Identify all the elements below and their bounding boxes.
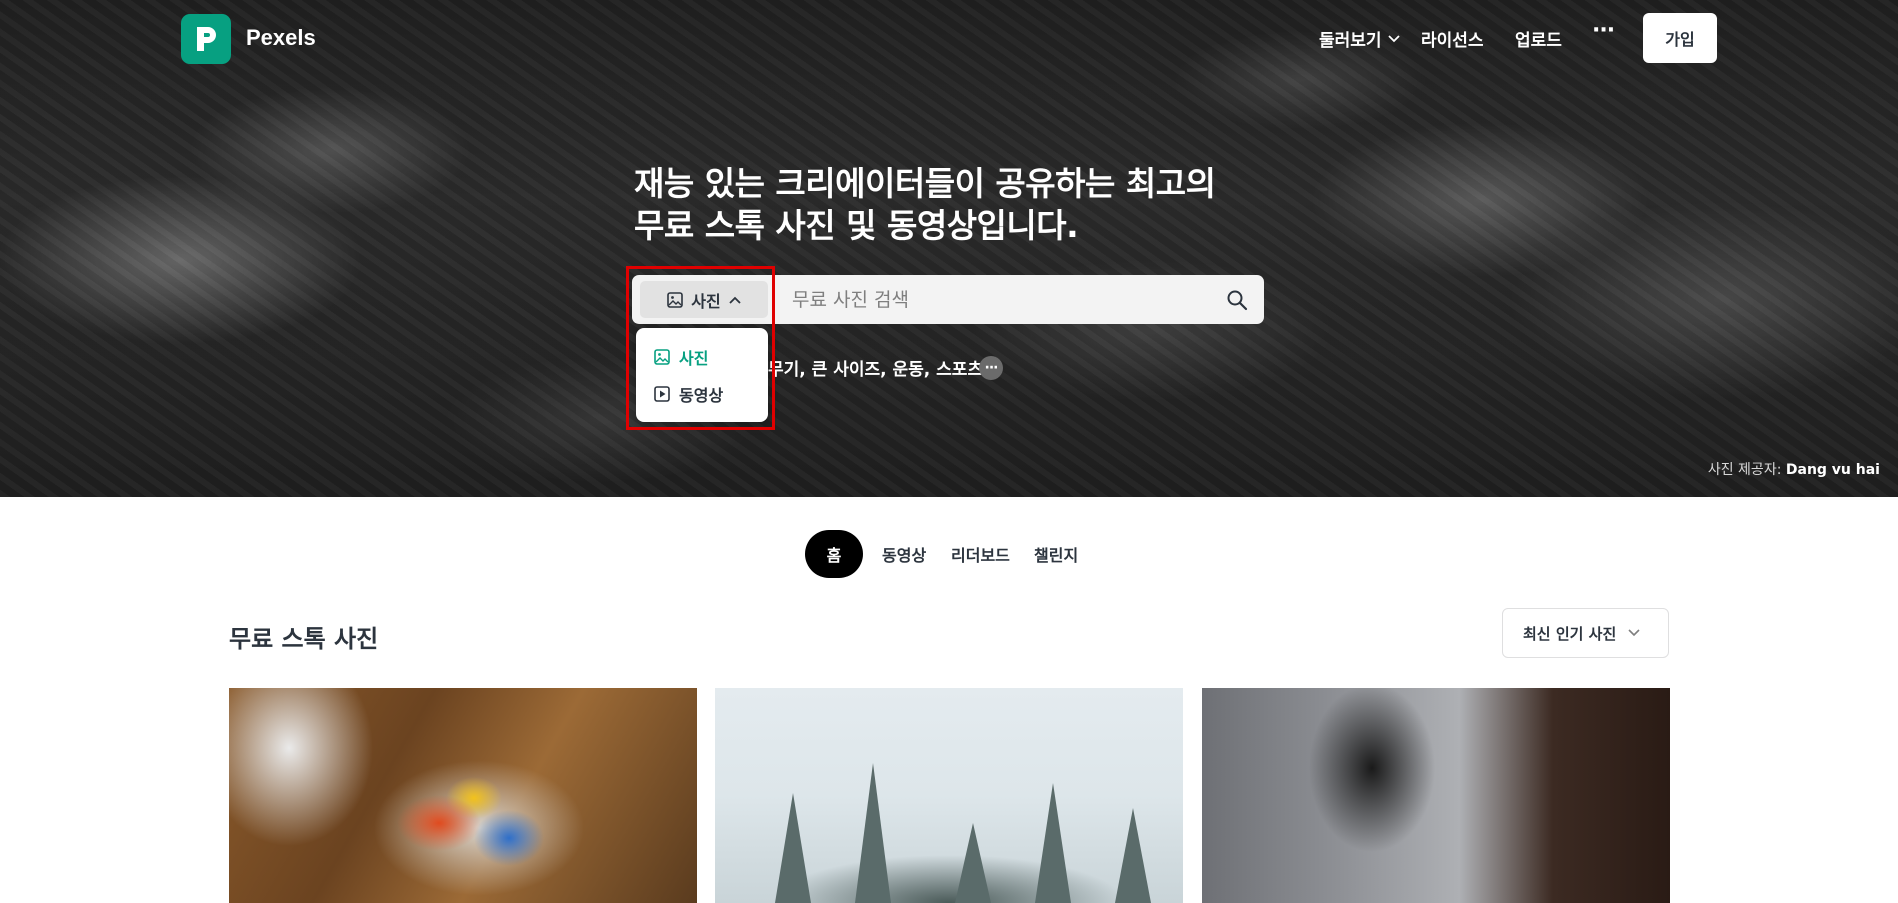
chevron-down-icon <box>1628 629 1640 637</box>
pexels-logo-icon <box>197 27 216 51</box>
main-tabs: 홈 동영상 리더보드 챌린지 <box>0 530 1898 578</box>
nav-explore-label: 둘러보기 <box>1319 31 1382 51</box>
tab-challenges[interactable]: 챌린지 <box>1034 530 1078 578</box>
more-menu-icon[interactable]: ··· <box>1592 18 1615 43</box>
tree-shape <box>1035 783 1071 903</box>
tab-videos[interactable]: 동영상 <box>882 530 926 578</box>
photo-credit[interactable]: 사진 제공자: Dang vu hai <box>1708 459 1880 479</box>
hero-headline: 재능 있는 크리에이터들이 공유하는 최고의 무료 스톡 사진 및 동영상입니다… <box>634 163 1274 247</box>
nav-upload[interactable]: 업로드 <box>1515 26 1562 51</box>
nav-explore[interactable]: 둘러보기 <box>1319 26 1400 51</box>
search-input[interactable] <box>792 275 1192 324</box>
search-icon[interactable] <box>1226 289 1248 311</box>
section-title: 무료 스톡 사진 <box>229 625 379 653</box>
hero-banner <box>0 0 1898 497</box>
join-button[interactable]: 가입 <box>1643 13 1717 63</box>
sort-dropdown[interactable]: 최신 인기 사진 <box>1502 608 1669 658</box>
tree-shape <box>855 763 891 903</box>
photo-credit-name: Dang vu hai <box>1785 462 1880 478</box>
sort-dropdown-label: 최신 인기 사진 <box>1523 624 1617 643</box>
photo-card-hoodie[interactable] <box>1202 688 1670 903</box>
brand-name[interactable]: Pexels <box>246 25 316 51</box>
highlight-annotation-box <box>626 266 775 430</box>
hero-headline-line2: 무료 스톡 사진 및 동영상입니다. <box>634 206 1079 245</box>
tree-shape <box>775 793 811 903</box>
tab-home[interactable]: 홈 <box>805 530 863 578</box>
pexels-logo[interactable] <box>181 14 231 64</box>
photo-card-paint-palette[interactable] <box>229 688 697 903</box>
search-suggestions[interactable]: 무기, 큰 사이즈, 운동, 스포츠 <box>768 355 983 380</box>
tree-shape <box>1115 808 1151 903</box>
nav-license[interactable]: 라이선스 <box>1421 26 1484 51</box>
photo-card-snowy-trees[interactable] <box>715 688 1183 903</box>
photo-credit-prefix: 사진 제공자: <box>1707 462 1782 478</box>
hero-headline-line1: 재능 있는 크리에이터들이 공유하는 최고의 <box>634 164 1216 203</box>
tree-shape <box>955 823 991 903</box>
tab-leaderboard[interactable]: 리더보드 <box>951 530 1010 578</box>
chevron-down-icon <box>1387 34 1400 42</box>
suggestions-more-icon[interactable]: ··· <box>979 356 1003 380</box>
